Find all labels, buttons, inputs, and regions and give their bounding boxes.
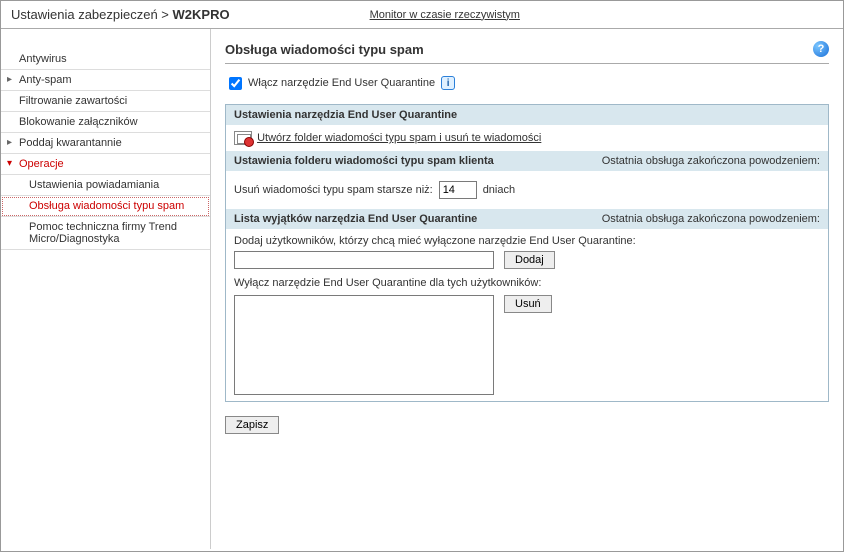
page-title: Obsługa wiadomości typu spam [225,42,424,57]
realtime-monitor-link[interactable]: Monitor w czasie rzeczywistym [370,9,520,21]
exceptions-status: Ostatnia obsługa zakończona powodzeniem: [602,213,820,225]
save-button[interactable]: Zapisz [225,416,279,434]
sidebar-item-content-filter[interactable]: Filtrowanie zawartości [1,91,210,112]
delete-older-unit: dniach [483,184,515,196]
add-user-input[interactable] [234,251,494,269]
mail-delete-icon [234,131,252,145]
add-users-label: Dodaj użytkowników, którzy chcą mieć wył… [234,235,820,247]
exceptions-header: Lista wyjątków narzędzia End User Quaran… [234,213,477,225]
create-spam-folder-link[interactable]: Utwórz folder wiadomości typu spam i usu… [257,132,541,144]
sidebar-item-antispam[interactable]: Anty-spam [1,70,210,91]
sidebar-item-operations[interactable]: Operacje [1,154,210,175]
help-icon[interactable]: ? [813,41,829,57]
enable-euq-checkbox[interactable] [229,77,242,90]
info-icon[interactable]: i [441,76,455,90]
sidebar: Antywirus Anty-spam Filtrowanie zawartoś… [1,29,211,549]
sidebar-item-support-diagnostics[interactable]: Pomoc techniczna firmy Trend Micro/Diagn… [1,217,210,250]
remove-button[interactable]: Usuń [504,295,552,313]
exclude-users-list[interactable] [234,295,494,395]
exclude-users-label: Wyłącz narzędzie End User Quarantine dla… [234,277,820,289]
sidebar-item-attachment-block[interactable]: Blokowanie załączników [1,112,210,133]
sidebar-item-notification-settings[interactable]: Ustawienia powiadamiania [1,175,210,196]
delete-older-input[interactable] [439,181,477,199]
sidebar-item-quarantine[interactable]: Poddaj kwarantannie [1,133,210,154]
sidebar-item-antivirus[interactable]: Antywirus [1,49,210,70]
delete-older-label: Usuń wiadomości typu spam starsze niż: [234,184,433,196]
add-button[interactable]: Dodaj [504,251,555,269]
enable-euq-label: Włącz narzędzie End User Quarantine [248,77,435,89]
euq-settings-header: Ustawienia narzędzia End User Quarantine [234,109,457,121]
breadcrumb: Ustawienia zabezpieczeń > W2KPRO [11,7,230,22]
sidebar-item-spam-handling[interactable]: Obsługa wiadomości typu spam [1,196,210,217]
folder-settings-header: Ustawienia folderu wiadomości typu spam … [234,155,494,167]
folder-settings-status: Ostatnia obsługa zakończona powodzeniem: [602,155,820,167]
